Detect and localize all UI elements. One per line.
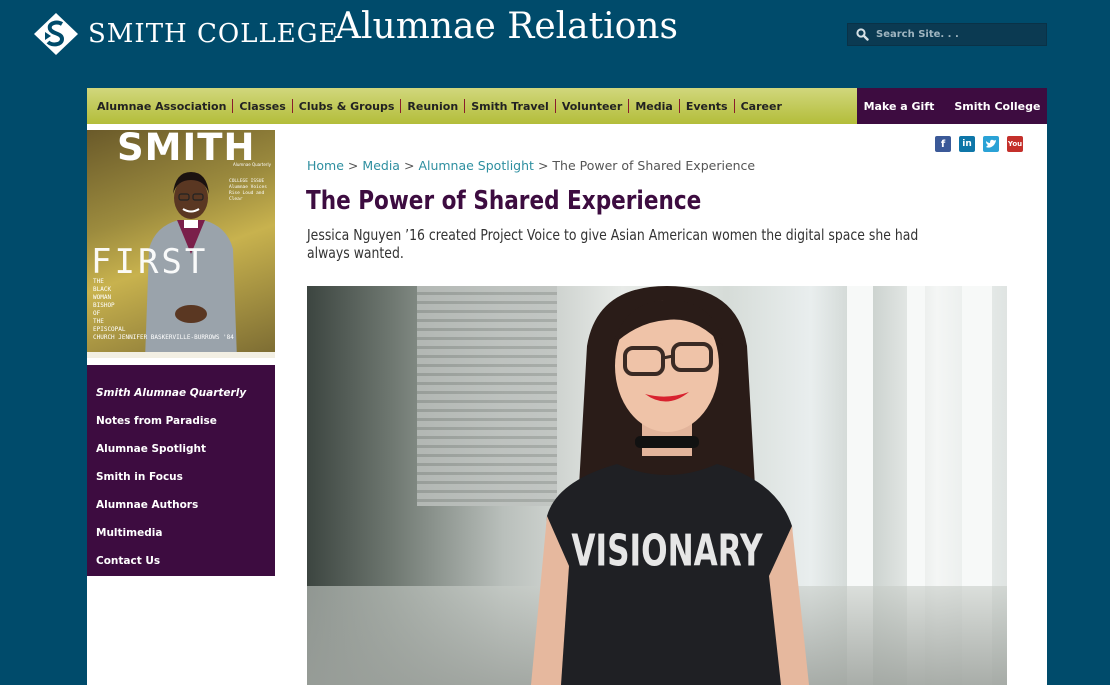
shirt-text: VISIONARY (571, 525, 763, 576)
smith-college-link[interactable]: Smith College (944, 100, 1050, 113)
cover-tagline-line: BISHOP (93, 302, 115, 309)
nav-item-clubs-groups[interactable]: Clubs & Groups (293, 100, 401, 113)
cover-tagline: THE BLACK WOMAN BISHOP OF THE EPISCOPAL … (93, 278, 234, 342)
nav-item-media[interactable]: Media (629, 100, 678, 113)
sidebar-item-alumnae-spotlight[interactable]: Alumnae Spotlight (87, 440, 275, 468)
sidebar-item-alumnae-authors[interactable]: Alumnae Authors (87, 496, 275, 524)
cover-tagline-line: THE (93, 318, 104, 325)
nav-item-classes[interactable]: Classes (233, 100, 291, 113)
cover-teaser: COLLEGE ISSUE Alumnae Voices Rise Loud a… (229, 179, 267, 202)
nav-item-career[interactable]: Career (735, 100, 788, 113)
site-title[interactable]: Alumnae Relations (335, 6, 678, 47)
sidebar-item-contact-us[interactable]: Contact Us (87, 552, 275, 580)
nav-item-reunion[interactable]: Reunion (401, 100, 464, 113)
search-box[interactable] (847, 23, 1047, 46)
cover-tagline-line: THE (93, 278, 104, 285)
smith-college-logo-icon[interactable] (33, 12, 79, 56)
cover-headline: FIRST (91, 242, 209, 282)
breadcrumb-separator: > (403, 158, 415, 173)
search-input[interactable] (876, 29, 1046, 40)
facebook-icon[interactable]: f (935, 136, 951, 152)
make-a-gift-link[interactable]: Make a Gift (854, 100, 945, 113)
cover-footer-strip (87, 352, 275, 358)
utility-nav: Make a Gift Smith College (857, 88, 1047, 124)
cover-tagline-line: EPISCOPAL (93, 326, 126, 333)
sidebar-menu: Smith Alumnae Quarterly Notes from Parad… (87, 365, 275, 576)
breadcrumb-current: The Power of Shared Experience (552, 158, 756, 173)
nav-item-smith-travel[interactable]: Smith Travel (465, 100, 555, 113)
site-header: SMITH COLLEGE Alumnae Relations (0, 0, 1110, 88)
page-title: The Power of Shared Experience (306, 186, 702, 216)
primary-nav: Alumnae Association Classes Clubs & Grou… (87, 88, 857, 124)
cover-tagline-line: BLACK (93, 286, 112, 293)
linkedin-icon[interactable]: in (959, 136, 975, 152)
youtube-icon[interactable]: You (1007, 136, 1023, 152)
cover-tagline-line: CHURCH JENNIFER BASKERVILLE-BURROWS '84 (93, 334, 234, 341)
breadcrumb-alumnae-spotlight[interactable]: Alumnae Spotlight (418, 158, 534, 173)
twitter-icon[interactable] (983, 136, 999, 152)
search-icon[interactable] (848, 24, 876, 45)
cover-tagline-line: OF (93, 310, 101, 317)
nav-item-alumnae-association[interactable]: Alumnae Association (91, 100, 232, 113)
article-subtitle: Jessica Nguyen ’16 created Project Voice… (307, 226, 919, 262)
college-name[interactable]: SMITH COLLEGE (88, 19, 338, 49)
sidebar-item-multimedia[interactable]: Multimedia (87, 524, 275, 552)
main-navigation: Alumnae Association Classes Clubs & Grou… (87, 88, 1047, 124)
magazine-cover-image[interactable]: SMITH Alumnae Quarterly COLLEGE ISSUE Al… (87, 130, 275, 358)
breadcrumb-separator: > (347, 158, 359, 173)
cover-subtitle: Alumnae Quarterly (233, 162, 271, 167)
sidebar-item-notes-from-paradise[interactable]: Notes from Paradise (87, 412, 275, 440)
breadcrumb-separator: > (537, 158, 549, 173)
portrait-subject: VISIONARY (531, 286, 809, 685)
breadcrumb-media[interactable]: Media (362, 158, 400, 173)
content-panel: SMITH Alumnae Quarterly COLLEGE ISSUE Al… (87, 124, 1047, 685)
sidebar-item-smith-in-focus[interactable]: Smith in Focus (87, 468, 275, 496)
hero-photo: VISIONARY (307, 286, 1007, 685)
breadcrumb: Home > Media > Alumnae Spotlight > The Power o… (307, 158, 755, 173)
social-links: f in You (935, 136, 1023, 152)
breadcrumb-home[interactable]: Home (307, 158, 344, 173)
nav-item-events[interactable]: Events (680, 100, 734, 113)
cover-tagline-line: WOMAN (93, 294, 112, 301)
sidebar-item-smith-alumnae-quarterly[interactable]: Smith Alumnae Quarterly (87, 384, 275, 412)
nav-item-volunteer[interactable]: Volunteer (556, 100, 629, 113)
